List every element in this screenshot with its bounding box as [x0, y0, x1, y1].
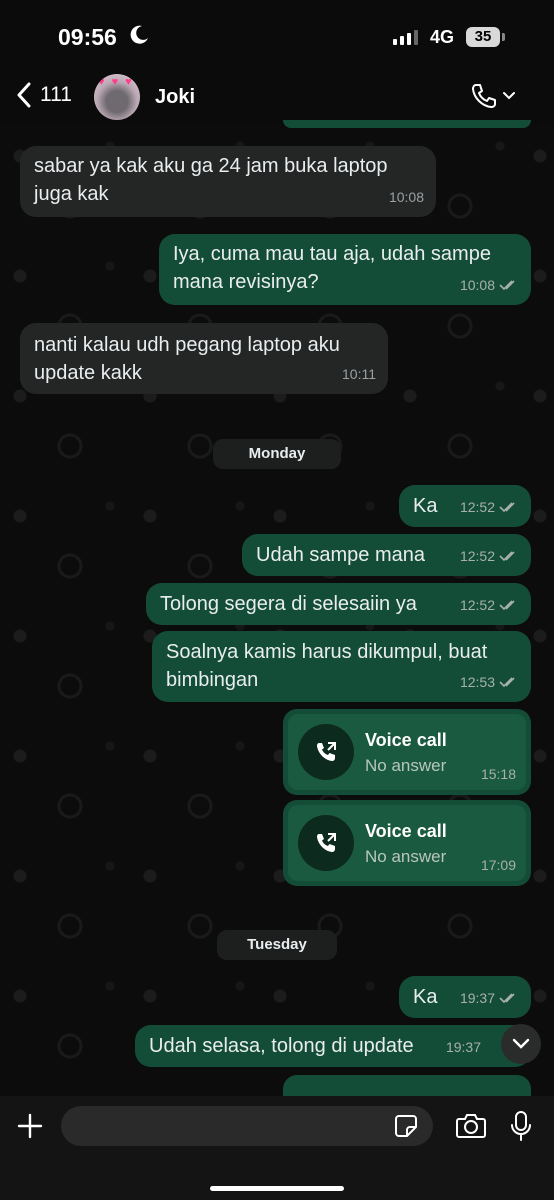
read-ticks-icon: [499, 502, 515, 513]
call-button[interactable]: [470, 82, 516, 110]
message-outgoing[interactable]: Udah selasa, tolong di update 19:37: [135, 1025, 531, 1067]
call-status: No answer: [365, 756, 447, 775]
read-ticks-icon: [499, 600, 515, 611]
date-divider: Tuesday: [217, 930, 337, 960]
read-ticks-icon: [499, 551, 515, 562]
partial-message: [283, 1075, 531, 1096]
voice-call-card[interactable]: Voice call No answer 15:18: [283, 709, 531, 795]
message-time: 10:08: [459, 277, 495, 293]
message-outgoing[interactable]: Ka 19:37: [399, 976, 531, 1018]
status-time: 09:56: [58, 24, 117, 50]
call-title: Voice call: [365, 821, 447, 841]
message-text: nanti kalau udh pegang laptop aku update…: [34, 334, 340, 384]
call-time: 17:09: [480, 857, 516, 873]
message-time: 10:11: [342, 366, 376, 382]
message-time: 19:37: [445, 1039, 481, 1055]
back-button[interactable]: 111: [16, 82, 72, 108]
message-time: 12:53: [459, 674, 495, 690]
read-ticks-icon: [499, 993, 515, 1004]
message-text: Udah selasa, tolong di update: [149, 1035, 414, 1057]
read-ticks-icon: [499, 677, 515, 688]
message-time: 12:52: [459, 548, 495, 564]
message-time: 10:08: [388, 189, 424, 205]
status-bar: 09:56 4G 35: [0, 0, 554, 70]
message-incoming[interactable]: sabar ya kak aku ga 24 jam buka laptop j…: [20, 146, 436, 217]
message-text: sabar ya kak aku ga 24 jam buka laptop j…: [34, 155, 388, 205]
message-time: 12:52: [459, 499, 495, 515]
call-time: 15:18: [480, 766, 516, 782]
message-time: 19:37: [459, 990, 495, 1006]
message-input[interactable]: [61, 1106, 433, 1146]
plus-icon[interactable]: [16, 1112, 44, 1140]
message-outgoing[interactable]: Ka 12:52: [399, 485, 531, 527]
message-outgoing[interactable]: Tolong segera di selesaiin ya 12:52: [146, 583, 531, 625]
message-outgoing[interactable]: Soalnya kamis harus dikumpul, buat bimbi…: [152, 631, 531, 702]
message-incoming[interactable]: nanti kalau udh pegang laptop aku update…: [20, 323, 388, 394]
avatar[interactable]: ♥ ♥ ♥: [94, 74, 140, 120]
network-type: 4G: [430, 27, 455, 47]
message-text: Udah sampe mana: [256, 544, 425, 566]
scroll-to-bottom-button[interactable]: [501, 1024, 541, 1064]
home-indicator: [210, 1186, 344, 1191]
chevron-down-icon: [512, 1038, 530, 1049]
chat-header: 111 ♥ ♥ ♥ Joki: [0, 70, 554, 126]
message-outgoing[interactable]: Iya, cuma mau tau aja, udah sampe mana r…: [159, 234, 531, 305]
phone-icon: [472, 84, 496, 108]
call-title: Voice call: [365, 730, 447, 750]
chevron-down-icon: [503, 92, 515, 100]
call-outgoing-icon: [298, 724, 354, 780]
call-status: No answer: [365, 847, 447, 866]
signal-icon: [393, 30, 418, 45]
back-count: 111: [40, 83, 72, 106]
mic-icon[interactable]: [510, 1110, 532, 1142]
message-text: Ka: [413, 495, 438, 517]
message-time: 12:52: [459, 597, 495, 613]
sticker-icon[interactable]: [394, 1114, 418, 1138]
date-divider: Monday: [213, 439, 341, 469]
composer-bar: [0, 1096, 554, 1200]
voice-call-card[interactable]: Voice call No answer 17:09: [283, 800, 531, 886]
contact-name[interactable]: Joki: [155, 86, 195, 109]
message-text: Tolong segera di selesaiin ya: [160, 593, 417, 615]
partial-message: [283, 120, 531, 128]
camera-icon[interactable]: [455, 1112, 487, 1140]
read-ticks-icon: [499, 280, 515, 291]
battery-icon: 35: [466, 27, 500, 47]
moon-icon: [130, 25, 148, 44]
back-chevron-icon: [17, 82, 31, 108]
message-text: Ka: [413, 986, 438, 1008]
call-outgoing-icon: [298, 815, 354, 871]
message-outgoing[interactable]: Udah sampe mana 12:52: [242, 534, 531, 576]
